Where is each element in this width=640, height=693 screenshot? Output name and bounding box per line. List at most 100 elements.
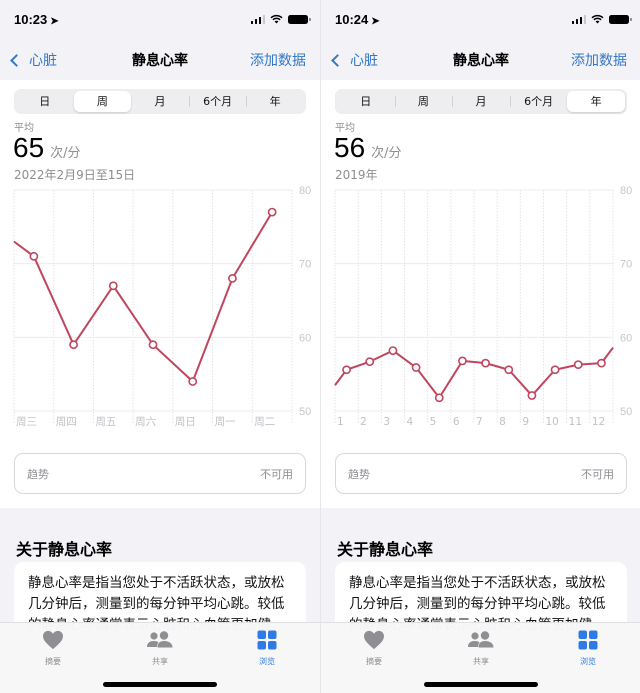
- x-tick-label: 周四: [56, 416, 77, 428]
- tab-label: 共享: [152, 657, 168, 666]
- tab-label: 浏览: [580, 657, 596, 666]
- average-value: 56 次/分: [334, 132, 402, 164]
- trend-row[interactable]: 趋势 不可用: [14, 453, 306, 494]
- average-unit: 次/分: [50, 146, 81, 161]
- tab-label: 共享: [473, 657, 489, 666]
- x-tick-label: 周日: [175, 416, 196, 428]
- back-button[interactable]: 心脏: [8, 50, 57, 70]
- chart-svg: 506070801 2 3 4 5 6 7 8 9 10 11 12: [334, 185, 632, 428]
- about-text-line: 几分钟后，测量到的每分钟平均心跳。较低: [28, 596, 285, 612]
- data-point: [597, 358, 606, 368]
- about-title: 关于静息心率: [337, 540, 434, 559]
- x-tick-label: 5: [430, 416, 437, 428]
- segment-month[interactable]: 月: [452, 91, 510, 112]
- x-tick-label: 周二: [254, 416, 275, 428]
- tab-browse[interactable]: 浏览: [237, 629, 297, 667]
- data-point: [108, 281, 118, 291]
- time-range-segmented-control: 日周月 6个月年: [335, 89, 627, 114]
- segment-week[interactable]: 周: [394, 91, 453, 112]
- y-tick-label: 60: [299, 332, 311, 344]
- about-text-line: 静息心率是指当您处于不活跃状态，或放松: [28, 575, 285, 591]
- data-point: [267, 207, 277, 217]
- data-point: [148, 340, 158, 350]
- x-tick-label: 4: [407, 416, 414, 428]
- people-icon: [147, 631, 173, 648]
- navigation-header: 10:24 ➤ 心脏 静息心率 添加数据: [321, 0, 640, 80]
- heart-icon: [364, 630, 384, 650]
- back-label: 心脏: [350, 52, 378, 68]
- data-point: [69, 340, 78, 350]
- data-point: [504, 365, 514, 375]
- trend-label: 趋势: [348, 467, 370, 481]
- x-tick-label: 11: [569, 416, 582, 428]
- home-indicator: [424, 682, 538, 687]
- trend-value: 不可用: [581, 467, 614, 481]
- tab-label: 摘要: [366, 657, 382, 666]
- x-tick-label: 7: [476, 416, 483, 428]
- back-label: 心脏: [29, 52, 57, 68]
- data-point: [434, 393, 444, 403]
- status-bar-icons: [250, 14, 311, 24]
- tab-sharing[interactable]: 共享: [451, 629, 511, 667]
- cellular-signal-icon: [250, 14, 265, 24]
- about-text-line: 静息心率是指当您处于不活跃状态，或放松: [349, 575, 606, 591]
- segment-day[interactable]: 日: [16, 91, 74, 112]
- segment-6-months[interactable]: 6个月: [509, 91, 568, 112]
- average-number: 56: [334, 132, 366, 163]
- status-bar-time: 10:23 ➤: [14, 12, 59, 27]
- x-tick-label: 6: [453, 416, 460, 428]
- y-tick-label: 70: [299, 259, 311, 271]
- location-arrow-icon: ➤: [50, 16, 59, 27]
- tab-browse[interactable]: 浏览: [558, 629, 618, 667]
- chevron-left-icon: [10, 53, 23, 67]
- back-button[interactable]: 心脏: [329, 50, 378, 70]
- segment-week[interactable]: 周: [73, 91, 132, 112]
- y-tick-label: 50: [299, 406, 311, 418]
- status-bar-icons: [571, 14, 632, 24]
- tab-sharing[interactable]: 共享: [130, 629, 190, 667]
- tab-summary[interactable]: 摘要: [344, 629, 404, 667]
- trend-row[interactable]: 趋势 不可用: [335, 453, 627, 494]
- people-icon: [468, 631, 494, 648]
- screenshot-pair: 10:23 ➤ 心脏 静息心率 添加数据 日周月 6个月年 平均 65 次/分 20…: [0, 0, 640, 693]
- y-tick-label: 50: [620, 406, 632, 418]
- chevron-left-icon: [331, 53, 344, 67]
- add-data-button[interactable]: 添加数据: [571, 50, 627, 70]
- tab-label: 摘要: [45, 657, 61, 666]
- battery-icon: [609, 14, 632, 24]
- data-point: [411, 363, 421, 372]
- segment-6-months[interactable]: 6个月: [188, 91, 247, 112]
- segment-year[interactable]: 年: [567, 91, 625, 112]
- segment-day[interactable]: 日: [337, 91, 395, 112]
- battery-icon: [288, 14, 311, 24]
- cellular-signal-icon: [571, 14, 586, 24]
- segment-month[interactable]: 月: [131, 91, 189, 112]
- x-tick-label: 周一: [215, 416, 236, 428]
- resting-heart-rate-chart[interactable]: 50 60 70 80 1 2 3 4 5 6 7 8 9 10 11 12: [321, 180, 640, 435]
- segment-year[interactable]: 年: [246, 91, 304, 112]
- x-tick-label: 8: [499, 416, 506, 428]
- data-point: [365, 357, 375, 367]
- resting-heart-rate-chart[interactable]: 50 60 70 80 周三 周四 周五 周六 周日 周一 周二: [0, 180, 320, 435]
- home-indicator: [103, 682, 217, 687]
- x-tick-label: 周五: [95, 416, 116, 428]
- phone-screen-week: 10:23 ➤ 心脏 静息心率 添加数据 日周月 6个月年 平均 65 次/分 20…: [0, 0, 320, 693]
- x-tick-label: 12: [592, 416, 605, 428]
- about-title: 关于静息心率: [16, 540, 113, 559]
- data-point: [188, 377, 198, 386]
- time-range-segmented-control: 日周月 6个月年: [14, 89, 306, 114]
- x-tick-label: 3: [383, 416, 390, 428]
- navigation-header: 10:23 ➤ 心脏 静息心率 添加数据: [0, 0, 320, 80]
- tab-summary[interactable]: 摘要: [23, 629, 83, 667]
- add-data-button[interactable]: 添加数据: [250, 50, 306, 70]
- data-point: [228, 274, 237, 283]
- phone-screen-year: 10:24 ➤ 心脏 静息心率 添加数据 日周月 6个月年 平均 56 次/分 20…: [320, 0, 640, 693]
- data-line: [13, 211, 274, 383]
- wifi-icon: [591, 14, 604, 24]
- average-value: 65 次/分: [13, 132, 81, 164]
- data-point: [342, 365, 351, 375]
- wifi-icon: [270, 14, 283, 24]
- data-point: [481, 358, 490, 368]
- x-tick-label: 2: [360, 416, 367, 428]
- data-point: [527, 391, 537, 400]
